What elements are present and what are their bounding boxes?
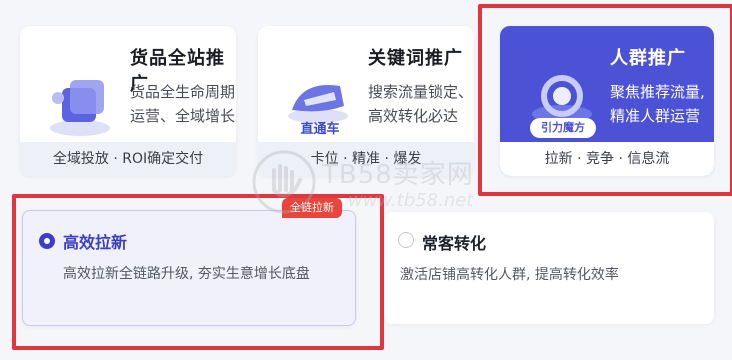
campaign-type-page: 货品全站推广 货品全生命周期 运营、全域增长 全域投放 · ROI确定交付 直通…: [0, 0, 732, 360]
product-cube-icon: [44, 70, 120, 140]
card-title: 关键词推广: [368, 48, 463, 69]
radio-unselected[interactable]: [398, 232, 414, 248]
highlight-frame: [12, 194, 384, 350]
card-description: 货品全生命周期 运营、全域增长: [130, 80, 236, 128]
card-keyword-promotion[interactable]: 直通车 关键词推广 搜索流量锁定、 高效转化必达 卡位 · 精准 · 爆发: [258, 26, 474, 176]
card-description-line: 货品全生命周期: [130, 83, 236, 101]
card-product-full-site-promotion[interactable]: 货品全站推广 货品全生命周期 运营、全域增长 全域投放 · ROI确定交付: [20, 26, 236, 176]
card-description-line: 搜索流量锁定、: [368, 83, 474, 101]
card-description-line: 运营、全域增长: [130, 107, 236, 125]
option-regular-conversion[interactable]: 常客转化 激活店铺高转化人群, 提高转化效率: [384, 212, 714, 324]
card-footer-tags: 全域投放 · ROI确定交付: [20, 142, 236, 176]
card-footer-tags: 卡位 · 精准 · 爆发: [258, 142, 474, 176]
card-description: 搜索流量锁定、 高效转化必达: [368, 80, 474, 128]
card-description-line: 高效转化必达: [368, 107, 459, 125]
option-title: 常客转化: [422, 234, 487, 253]
highlight-frame: [478, 4, 732, 196]
icon-label: 直通车: [300, 122, 340, 137]
option-description: 激活店铺高转化人群, 提高转化效率: [400, 267, 619, 283]
train-icon: 直通车: [282, 70, 358, 140]
